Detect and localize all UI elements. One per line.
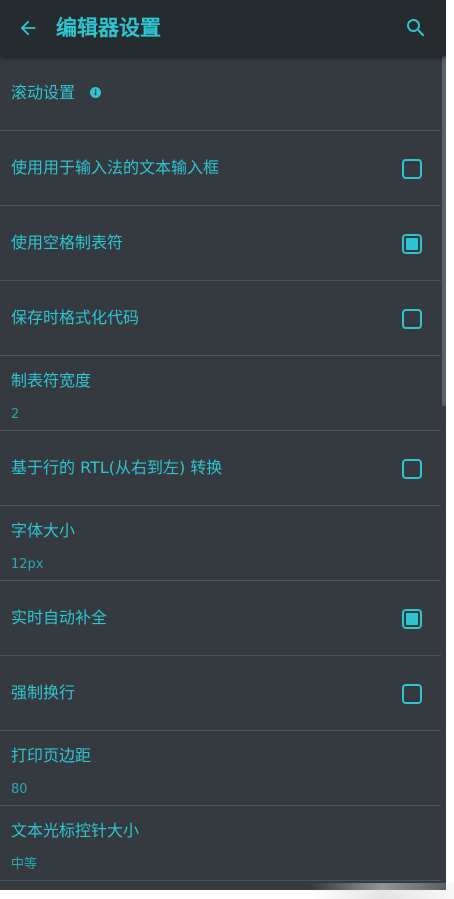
row-title-wrap: 滚动设置 <box>11 82 102 104</box>
row-title: 基于行的 RTL(从右到左) 转换 <box>11 458 223 477</box>
force-wrap-checkbox[interactable] <box>402 684 422 704</box>
row-title: 实时自动补全 <box>11 608 108 627</box>
setting-cursor-handle-size[interactable]: 文本光标控针大小 中等 <box>0 806 441 881</box>
app-bar: 编辑器设置 <box>0 0 446 56</box>
row-summary: 2 <box>11 407 20 422</box>
search-button[interactable] <box>400 12 432 44</box>
back-button[interactable] <box>12 12 44 44</box>
setting-live-autocomplete[interactable]: 实时自动补全 <box>0 581 441 656</box>
gesture-bar <box>310 883 454 899</box>
search-icon <box>407 19 425 37</box>
setting-rtl-line[interactable]: 基于行的 RTL(从右到左) 转换 <box>0 431 441 506</box>
arrow-left-icon <box>20 20 36 36</box>
row-title: 使用用于输入法的文本输入框 <box>11 158 220 177</box>
row-summary: 80 <box>11 782 28 797</box>
setting-format-on-save[interactable]: 保存时格式化代码 <box>0 281 441 356</box>
row-title: 保存时格式化代码 <box>11 308 140 327</box>
editor-settings-screen: 编辑器设置 滚动设置 使用用于输入法的文本输入框 使用空格制表符 保存时格式化代… <box>0 0 446 890</box>
info-icon[interactable] <box>90 86 102 98</box>
space-tab-checkbox[interactable] <box>402 234 422 254</box>
row-title: 强制换行 <box>11 683 76 702</box>
settings-list: 滚动设置 使用用于输入法的文本输入框 使用空格制表符 保存时格式化代码 制表符宽… <box>0 56 441 881</box>
live-autocomplete-checkbox[interactable] <box>402 609 422 629</box>
row-title: 字体大小 <box>11 521 76 540</box>
setting-font-size[interactable]: 字体大小 12px <box>0 506 441 581</box>
page-title: 编辑器设置 <box>56 16 161 40</box>
row-summary: 中等 <box>11 857 38 872</box>
setting-force-wrap[interactable]: 强制换行 <box>0 656 441 731</box>
row-title: 使用空格制表符 <box>11 233 124 252</box>
setting-tab-width[interactable]: 制表符宽度 2 <box>0 356 441 431</box>
row-title: 制表符宽度 <box>11 371 92 390</box>
scrollbar[interactable] <box>442 56 446 406</box>
setting-print-margin[interactable]: 打印页边距 80 <box>0 731 441 806</box>
category-scroll-settings[interactable]: 滚动设置 <box>0 56 441 131</box>
setting-space-tab[interactable]: 使用空格制表符 <box>0 206 441 281</box>
row-title: 滚动设置 <box>11 83 76 102</box>
row-title: 打印页边距 <box>11 746 92 765</box>
row-title: 文本光标控针大小 <box>11 821 140 840</box>
setting-ime-input-box[interactable]: 使用用于输入法的文本输入框 <box>0 131 441 206</box>
format-on-save-checkbox[interactable] <box>402 309 422 329</box>
row-summary: 12px <box>11 557 44 572</box>
ime-input-box-checkbox[interactable] <box>402 159 422 179</box>
rtl-line-checkbox[interactable] <box>402 459 422 479</box>
